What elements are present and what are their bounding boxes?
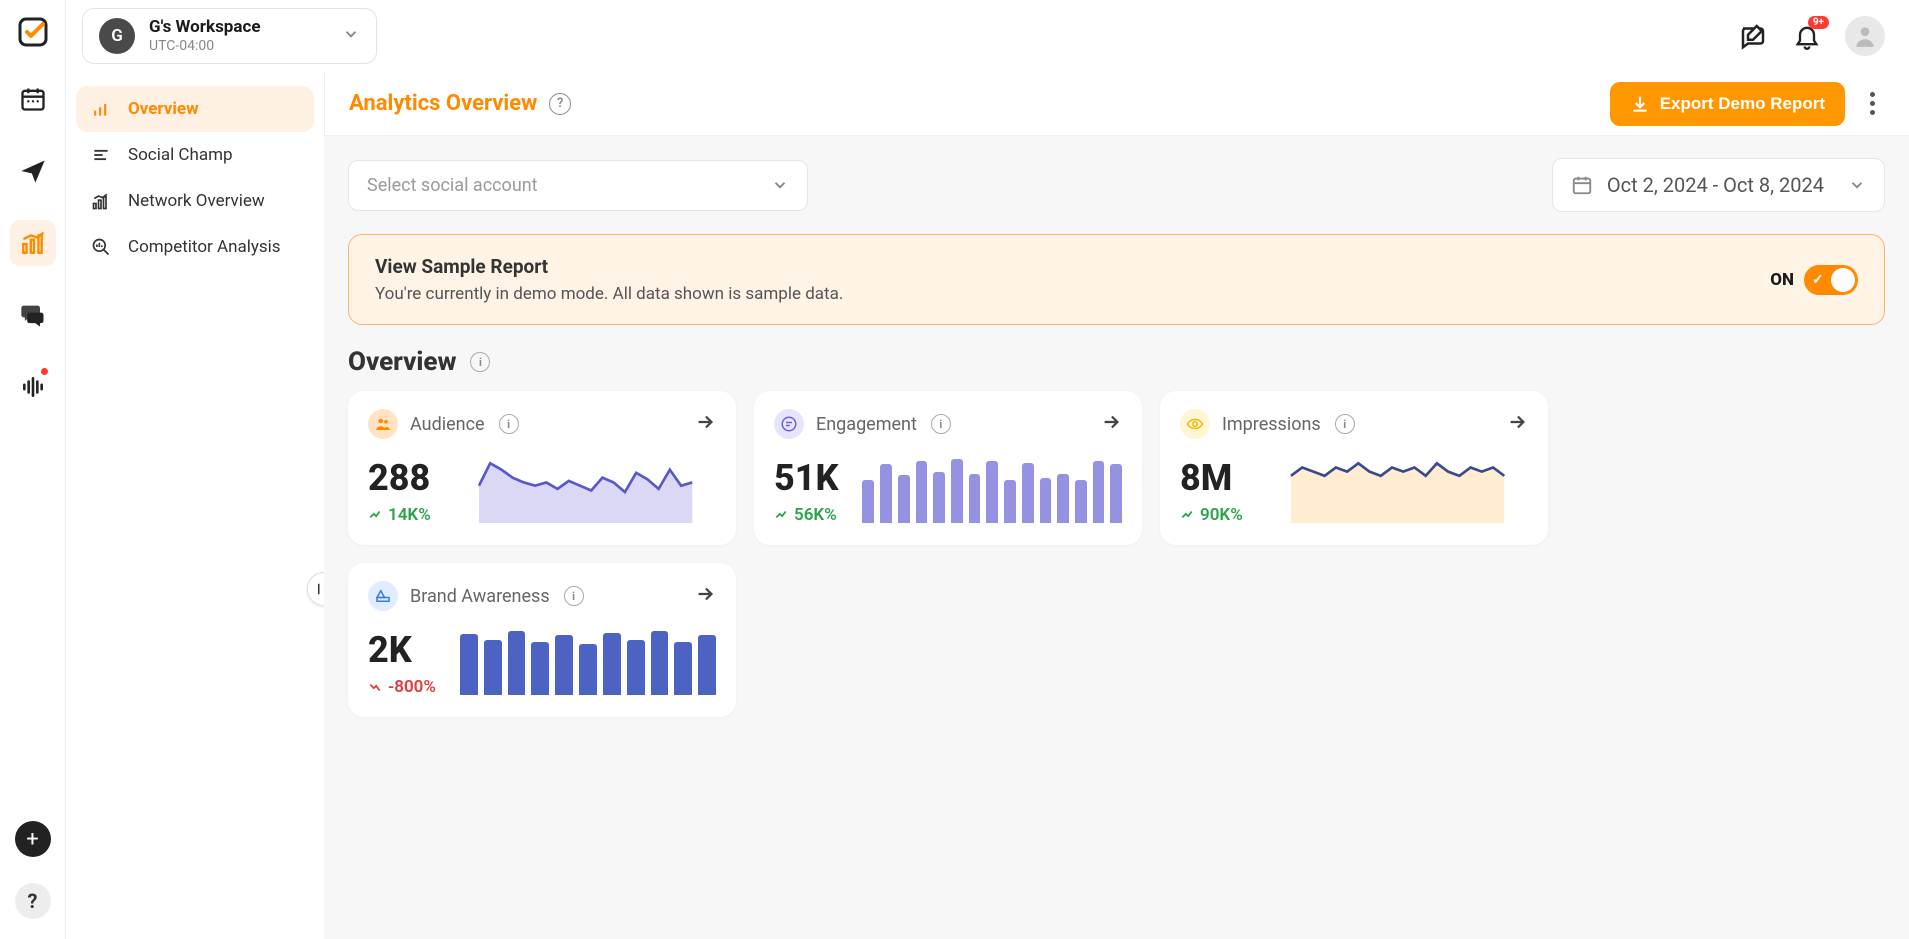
- metric-change: 14K%: [368, 505, 431, 525]
- network-icon: [90, 191, 112, 211]
- compose-icon[interactable]: [1737, 20, 1769, 52]
- info-icon[interactable]: i: [470, 352, 490, 372]
- toggle-label: ON: [1770, 270, 1794, 290]
- audio-icon[interactable]: [10, 364, 56, 410]
- metric-icon: [1180, 409, 1210, 439]
- content: Analytics Overview ? Export Demo Report …: [324, 72, 1909, 939]
- metric-value: 8M: [1180, 457, 1243, 499]
- export-report-button[interactable]: Export Demo Report: [1610, 82, 1845, 126]
- info-icon[interactable]: ?: [549, 93, 571, 115]
- demo-toggle[interactable]: ✓: [1804, 265, 1858, 295]
- analytics-icon[interactable]: [10, 220, 56, 266]
- export-label: Export Demo Report: [1660, 94, 1825, 114]
- user-avatar[interactable]: [1845, 16, 1885, 56]
- sidenav-label: Overview: [128, 99, 199, 119]
- metric-value: 2K: [368, 629, 436, 671]
- bars-icon: [90, 99, 112, 119]
- select-placeholder: Select social account: [367, 175, 538, 196]
- metric-value: 51K: [774, 457, 838, 499]
- magnify-chart-icon: [90, 237, 112, 257]
- sidenav-item-overview[interactable]: Overview: [76, 86, 314, 132]
- metric-value: 288: [368, 457, 431, 499]
- metric-card-brand awareness: Brand Awareness i 2K -800%: [348, 563, 736, 717]
- sidenav-label: Social Champ: [128, 145, 233, 165]
- workspace-name: G's Workspace: [149, 17, 261, 37]
- info-icon[interactable]: i: [564, 586, 584, 606]
- sidenav-label: Network Overview: [128, 191, 265, 211]
- metric-change: 56K%: [774, 505, 838, 525]
- info-icon[interactable]: i: [1335, 414, 1355, 434]
- banner-subtitle: You're currently in demo mode. All data …: [375, 284, 843, 304]
- info-icon[interactable]: i: [931, 414, 951, 434]
- metric-change: -800%: [368, 677, 436, 697]
- arrow-right-icon[interactable]: [1100, 411, 1122, 437]
- social-account-select[interactable]: Select social account: [348, 160, 808, 211]
- workspace-avatar: G: [99, 18, 135, 54]
- chat-icon[interactable]: [10, 292, 56, 338]
- filters-row: Select social account Oct 2, 2024 - Oct …: [324, 136, 1909, 234]
- sidenav-label: Competitor Analysis: [128, 237, 281, 257]
- metric-name: Engagement: [816, 414, 917, 435]
- metric-cards: Audience i 288 14K% Engagement i: [324, 391, 1909, 741]
- arrow-right-icon[interactable]: [694, 583, 716, 609]
- notification-badge: 9+: [1808, 16, 1829, 29]
- metric-name: Impressions: [1222, 414, 1321, 435]
- metric-change: 90K%: [1180, 505, 1243, 525]
- metric-card-audience: Audience i 288 14K%: [348, 391, 736, 545]
- page-title: Analytics Overview ?: [349, 91, 571, 116]
- metric-name: Audience: [410, 414, 485, 435]
- workspace-timezone: UTC-04:00: [149, 38, 261, 55]
- date-range-picker[interactable]: Oct 2, 2024 - Oct 8, 2024: [1552, 158, 1885, 212]
- more-options-button[interactable]: [1859, 92, 1885, 115]
- section-title-text: Overview: [348, 347, 456, 377]
- lines-icon: [90, 145, 112, 165]
- section-title: Overview i: [324, 347, 1909, 391]
- info-icon[interactable]: i: [499, 414, 519, 434]
- calendar-icon[interactable]: [10, 76, 56, 122]
- metric-icon: [368, 581, 398, 611]
- metric-name: Brand Awareness: [410, 586, 550, 607]
- sidenav-item-network[interactable]: Network Overview: [76, 178, 314, 224]
- help-button[interactable]: ?: [15, 883, 51, 919]
- metric-card-impressions: Impressions i 8M 90K%: [1160, 391, 1548, 545]
- metric-card-engagement: Engagement i 51K 56K%: [754, 391, 1142, 545]
- app-logo[interactable]: [15, 14, 51, 50]
- arrow-right-icon[interactable]: [694, 411, 716, 437]
- add-button[interactable]: +: [15, 821, 51, 857]
- date-range-text: Oct 2, 2024 - Oct 8, 2024: [1607, 173, 1824, 197]
- metric-icon: [368, 409, 398, 439]
- workspace-selector[interactable]: G G's Workspace UTC-04:00: [82, 8, 377, 63]
- content-header: Analytics Overview ? Export Demo Report: [324, 72, 1909, 136]
- sidenav: Overview Social Champ Network Overview C…: [66, 72, 324, 939]
- demo-banner: View Sample Report You're currently in d…: [348, 234, 1885, 325]
- topbar: G G's Workspace UTC-04:00 9+: [66, 0, 1909, 72]
- chevron-down-icon: [342, 25, 360, 47]
- notifications-icon[interactable]: 9+: [1791, 20, 1823, 52]
- banner-title: View Sample Report: [375, 255, 843, 278]
- sidenav-item-social-champ[interactable]: Social Champ: [76, 132, 314, 178]
- icon-rail: + ?: [0, 0, 65, 939]
- metric-icon: [774, 409, 804, 439]
- sidenav-item-competitor[interactable]: Competitor Analysis: [76, 224, 314, 270]
- page-title-text: Analytics Overview: [349, 91, 537, 116]
- send-icon[interactable]: [10, 148, 56, 194]
- arrow-right-icon[interactable]: [1506, 411, 1528, 437]
